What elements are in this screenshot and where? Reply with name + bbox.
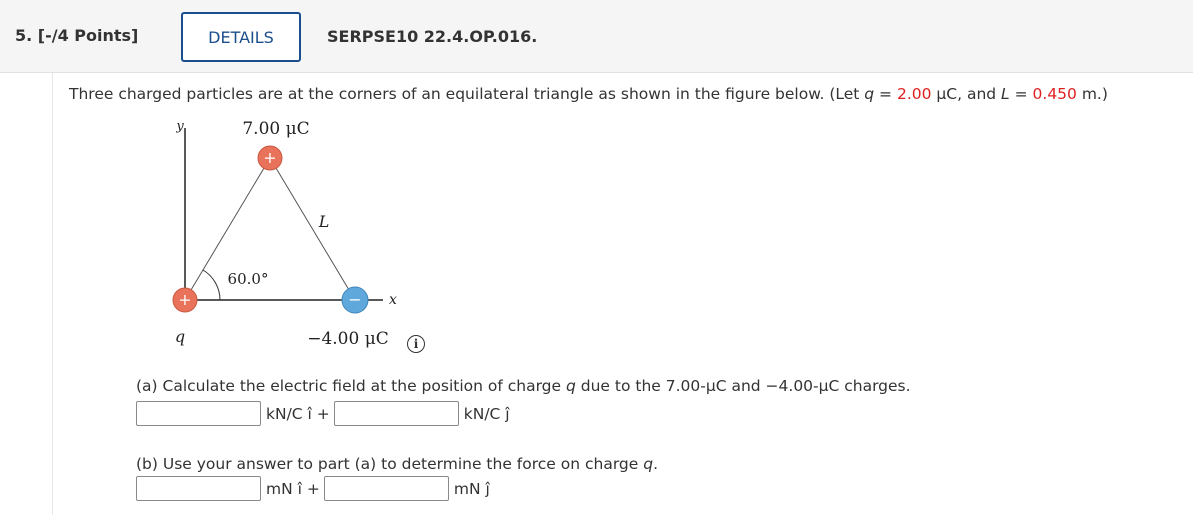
triangle-right-side	[269, 157, 356, 301]
question-code: SERPSE10 22.4.OP.016.	[327, 27, 538, 46]
part-b-question: (b) Use your answer to part (a) to deter…	[136, 455, 658, 473]
right-charge: −	[341, 286, 369, 314]
part-a-y-unit: kN/C ĵ	[463, 404, 510, 423]
angle-arc	[202, 269, 221, 301]
part-b-answer-row: mN î + mN ĵ	[136, 476, 490, 501]
part-b-text-end: .	[653, 455, 659, 473]
origin-charge: +	[172, 287, 198, 313]
part-a-text: (a) Calculate the electric field at the …	[136, 377, 566, 395]
side-length-label: L	[318, 212, 330, 231]
part-b-y-input[interactable]	[323, 476, 449, 501]
part-b-text: (b) Use your answer to part (a) to deter…	[136, 455, 644, 473]
part-b-x-unit: mN î +	[266, 479, 320, 498]
prompt-text: Three charged particles are at the corne…	[69, 85, 865, 103]
equals-sign: =	[1009, 85, 1033, 103]
x-axis-label: x	[389, 292, 397, 308]
part-a-y-input[interactable]	[333, 401, 459, 426]
y-axis-label: y	[175, 119, 184, 134]
q-unit: μC, and	[931, 85, 1002, 103]
part-a-answer-row: kN/C î + kN/C ĵ	[136, 401, 510, 426]
right-charge-label: −4.00 μC	[307, 329, 389, 349]
part-a-x-unit: kN/C î +	[266, 404, 330, 423]
part-b-y-unit: mN ĵ	[453, 479, 490, 498]
angle-label: 60.0°	[228, 270, 269, 288]
content-divider	[52, 73, 53, 515]
equals-sign: =	[874, 85, 897, 103]
minus-sign: −	[348, 290, 361, 309]
problem-statement: Three charged particles are at the corne…	[69, 85, 1108, 103]
top-charge: +	[257, 145, 283, 171]
q-variable: q	[643, 455, 654, 473]
details-button[interactable]: DETAILS	[181, 12, 301, 62]
plus-sign: +	[178, 290, 191, 309]
q-value: 2.00	[896, 85, 932, 103]
part-a-text-end: due to the 7.00-μC and −4.00-μC charges.	[575, 377, 911, 395]
plus-sign: +	[263, 148, 276, 167]
part-a-x-input[interactable]	[136, 401, 261, 426]
q-variable: q	[864, 85, 875, 103]
top-charge-label: 7.00 μC	[242, 119, 309, 139]
info-icon[interactable]: i	[407, 335, 425, 353]
question-header: 5. [-/4 Points] DETAILS SERPSE10 22.4.OP…	[0, 0, 1193, 73]
part-b-x-input[interactable]	[136, 476, 261, 501]
triangle-figure: + + − y x 7.00 μC L 60.0° q −4.00 μC	[172, 119, 397, 349]
l-unit: m.)	[1076, 85, 1108, 103]
l-value: 0.450	[1032, 85, 1077, 103]
q-charge-label: q	[175, 327, 185, 346]
part-a-question: (a) Calculate the electric field at the …	[136, 377, 911, 395]
question-number: 5. [-/4 Points]	[15, 26, 139, 45]
l-variable: L	[1001, 85, 1010, 103]
q-variable: q	[565, 377, 576, 395]
